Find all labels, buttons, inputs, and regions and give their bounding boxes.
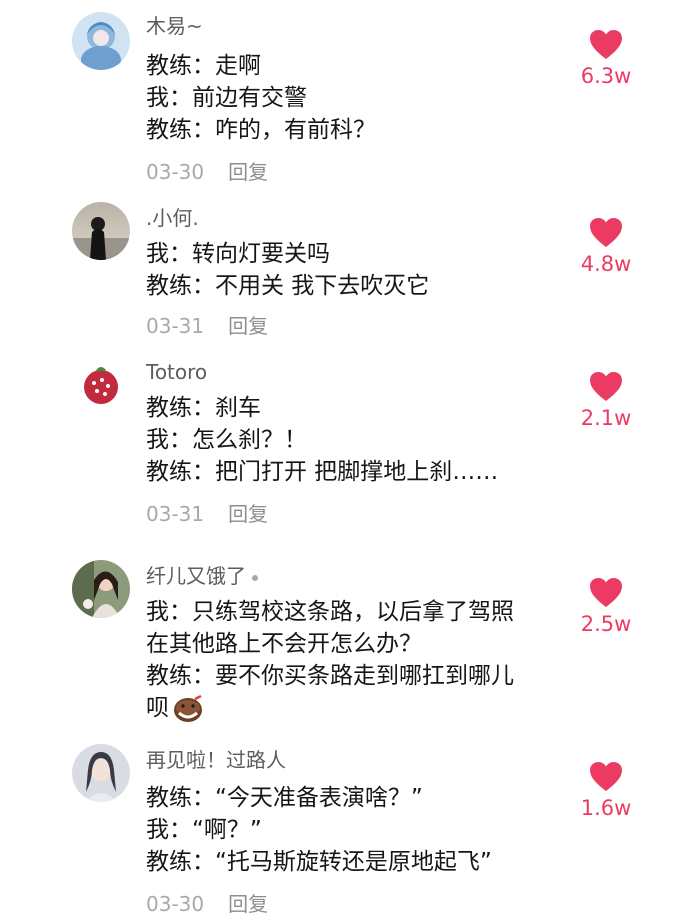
comment-date: 03-30: [146, 892, 205, 916]
heart-icon: [590, 218, 622, 247]
comment-line: 我：前边有交警: [146, 85, 307, 111]
comment-line: 我：转向灯要关吗: [146, 241, 330, 267]
reply-button[interactable]: 回复: [228, 160, 268, 184]
comment-meta: 03-30 回复: [146, 160, 268, 184]
comment-line: 教练：不用关 我下去吹灭它: [146, 273, 430, 299]
comment-line: 我：只练驾校这条路，以后拿了驾照: [146, 599, 514, 625]
comment-username[interactable]: Totoro: [146, 360, 207, 384]
comment-line: 教练：“今天准备表演啥？”: [146, 785, 423, 811]
comment-line: 教练：刹车: [146, 395, 261, 421]
like-button[interactable]: 2.5w: [576, 578, 636, 636]
like-count: 6.3w: [580, 64, 632, 88]
avatar[interactable]: [72, 744, 130, 802]
dot-icon: [252, 574, 258, 581]
comment-text: 教练：“今天准备表演啥？” 我：“啊？” 教练：“托马斯旋转还是原地起飞”: [146, 782, 566, 878]
avatar[interactable]: [72, 12, 130, 70]
comment-date: 03-31: [146, 314, 205, 338]
comment-text: 我：转向灯要关吗 教练：不用关 我下去吹灭它: [146, 238, 566, 302]
comment-username[interactable]: 再见啦！过路人: [146, 748, 286, 772]
like-count: 2.5w: [580, 612, 632, 636]
heart-icon: [590, 372, 622, 401]
emoji-icon: [174, 694, 202, 722]
like-count: 1.6w: [580, 796, 632, 820]
comment-meta: 03-30 回复: [146, 892, 268, 916]
like-button[interactable]: 1.6w: [576, 762, 636, 820]
comment-username[interactable]: 木易~: [146, 14, 203, 38]
heart-icon: [590, 762, 622, 791]
comment-username[interactable]: .小何.: [146, 206, 199, 230]
comment-meta: 03-31 回复: [146, 314, 268, 338]
comment-text: 教练：走啊 我：前边有交警 教练：咋的，有前科？: [146, 50, 566, 146]
comment-line: 我：怎么刹？！: [146, 427, 307, 453]
username-text: 纤儿又饿了: [146, 564, 246, 588]
avatar[interactable]: [72, 356, 130, 414]
like-button[interactable]: 4.8w: [576, 218, 636, 276]
comment-line: 我：“啊？”: [146, 817, 262, 843]
comment-line: 教练：“托马斯旋转还是原地起飞”: [146, 849, 492, 875]
comment-line: 呗: [146, 692, 566, 724]
avatar[interactable]: [72, 202, 130, 260]
comment-line: 在其他路上不会开怎么办？: [146, 631, 422, 657]
comment-line-text: 呗: [146, 695, 169, 721]
reply-button[interactable]: 回复: [228, 502, 268, 526]
comment-date: 03-31: [146, 502, 205, 526]
like-count: 2.1w: [580, 406, 632, 430]
comment-text: 我：只练驾校这条路，以后拿了驾照 在其他路上不会开怎么办？ 教练：要不你买条路走…: [146, 596, 566, 724]
reply-button[interactable]: 回复: [228, 314, 268, 338]
comment-line: 教练：走啊: [146, 53, 261, 79]
comment-date: 03-30: [146, 160, 205, 184]
heart-icon: [590, 578, 622, 607]
like-button[interactable]: 6.3w: [576, 30, 636, 88]
comment-username[interactable]: 纤儿又饿了: [146, 564, 258, 588]
comment-text: 教练：刹车 我：怎么刹？！ 教练：把门打开 把脚撑地上刹……: [146, 392, 566, 488]
reply-button[interactable]: 回复: [228, 892, 268, 916]
heart-icon: [590, 30, 622, 59]
comment-line: 教练：咋的，有前科？: [146, 117, 376, 143]
comment-line: 教练：把门打开 把脚撑地上刹……: [146, 459, 499, 485]
like-count: 4.8w: [580, 252, 632, 276]
comment-line: 教练：要不你买条路走到哪扛到哪儿: [146, 663, 514, 689]
like-button[interactable]: 2.1w: [576, 372, 636, 430]
avatar[interactable]: [72, 560, 130, 618]
comment-meta: 03-31 回复: [146, 502, 268, 526]
